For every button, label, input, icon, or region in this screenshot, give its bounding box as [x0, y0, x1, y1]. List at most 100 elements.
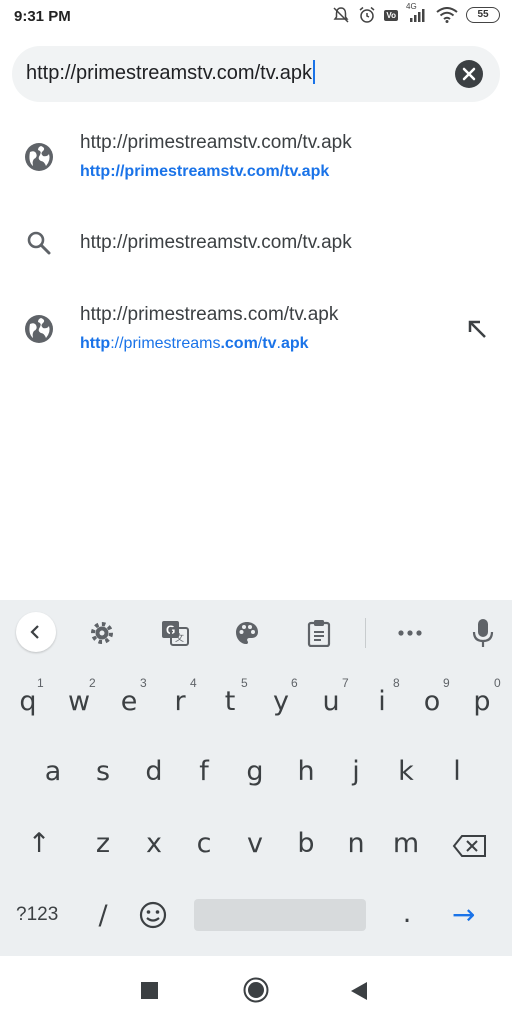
back-chevron-icon[interactable] — [16, 612, 56, 652]
microphone-icon[interactable] — [464, 614, 502, 652]
suggestion-url: http://primestreamstv.com/tv.apk — [80, 163, 329, 181]
keyboard-row-2: a s d f g h j k l — [0, 740, 512, 800]
key-o[interactable]: o — [412, 686, 452, 717]
key-hint: 7 — [342, 676, 349, 690]
suggestion-url-part: http — [80, 335, 111, 352]
translate-icon[interactable]: G文 — [156, 614, 194, 652]
clear-button[interactable] — [455, 60, 483, 88]
emoji-icon[interactable] — [138, 900, 168, 930]
key-label: q — [19, 686, 37, 717]
key-label: o — [423, 686, 441, 717]
key-y[interactable]: y — [261, 686, 301, 717]
key-e[interactable]: e — [109, 686, 149, 717]
suggestion-url-part: apk — [280, 335, 309, 352]
backspace-icon[interactable] — [452, 834, 488, 858]
key-hint: 1 — [37, 676, 44, 690]
svg-text:文: 文 — [175, 632, 184, 644]
key-p[interactable]: p — [462, 686, 502, 717]
period-key[interactable]: . — [387, 898, 427, 929]
key-n[interactable]: n — [336, 828, 376, 859]
key-label: r — [174, 686, 186, 717]
suggestion-url-part: .com — [220, 335, 258, 352]
suggestion-url-part: http://primestreamstv.com/tv.apk — [80, 163, 330, 180]
suggestion-url-part: tv — [262, 335, 277, 352]
key-q[interactable]: q — [8, 686, 48, 717]
keyboard-row-1: q 1 w 2 e 3 r 4 t 5 y 6 u 7 i 8 o 9 p 0 — [0, 672, 512, 732]
suggestion-item-1[interactable]: http://primestreamstv.com/tv.apk http://… — [0, 120, 512, 196]
key-j[interactable]: j — [336, 756, 376, 787]
key-hint: 3 — [140, 676, 147, 690]
key-k[interactable]: k — [386, 756, 426, 787]
arrow-up-left-icon[interactable] — [464, 316, 492, 344]
keyboard-row-3: ↑ z x c v b n m — [0, 812, 512, 872]
mute-bell-icon — [332, 6, 350, 24]
omnibox-value: http://primestreamstv.com/tv.apk — [26, 62, 313, 84]
key-label: i — [378, 686, 386, 717]
close-icon — [462, 67, 476, 81]
slash-key[interactable]: / — [83, 900, 123, 931]
key-c[interactable]: c — [184, 828, 224, 859]
network-type-label: 4G — [406, 2, 417, 11]
recents-square-icon[interactable] — [141, 982, 158, 999]
space-bar[interactable] — [194, 899, 366, 931]
key-hint: 0 — [494, 676, 501, 690]
alarm-icon — [358, 6, 376, 24]
enter-key[interactable]: → — [452, 898, 475, 931]
key-hint: 4 — [190, 676, 197, 690]
battery-indicator: 55 — [466, 7, 500, 23]
home-circle-icon[interactable] — [243, 977, 269, 1003]
key-label: u — [322, 686, 340, 717]
key-t[interactable]: t — [210, 686, 250, 717]
key-s[interactable]: s — [83, 756, 123, 787]
key-f[interactable]: f — [184, 756, 224, 787]
signal-icon: 4G — [406, 2, 428, 23]
key-hint: 5 — [241, 676, 248, 690]
key-r[interactable]: r — [160, 686, 200, 717]
suggestion-title: http://primestreamstv.com/tv.apk — [80, 232, 352, 253]
globe-icon — [24, 142, 54, 172]
symbols-key[interactable]: ?123 — [16, 904, 58, 926]
key-label: e — [120, 686, 138, 717]
key-u[interactable]: u — [311, 686, 351, 717]
key-label: y — [273, 686, 289, 717]
shift-key[interactable]: ↑ — [19, 828, 59, 859]
palette-icon[interactable] — [228, 614, 266, 652]
key-m[interactable]: m — [386, 828, 426, 859]
wifi-icon — [436, 7, 458, 23]
back-triangle-icon[interactable] — [350, 981, 368, 1001]
key-i[interactable]: i — [362, 686, 402, 717]
status-time: 9:31 PM — [14, 8, 71, 25]
suggestion-item-2[interactable]: http://primestreamstv.com/tv.apk — [0, 210, 512, 276]
key-z[interactable]: z — [83, 828, 123, 859]
text-caret — [313, 60, 316, 84]
omnibox-input[interactable]: http://primestreamstv.com/tv.apk — [26, 60, 316, 85]
globe-icon — [24, 314, 54, 344]
status-icons: Vo 4G 55 — [332, 2, 500, 24]
suggestion-url-part: ://primestreams — [110, 335, 221, 352]
clipboard-icon[interactable] — [300, 614, 338, 652]
more-icon[interactable] — [391, 614, 429, 652]
suggestion-url: http://primestreams.com/tv.apk — [80, 335, 309, 353]
key-w[interactable]: w — [59, 686, 99, 717]
key-label: t — [224, 686, 236, 717]
key-label: p — [473, 686, 491, 717]
key-h[interactable]: h — [286, 756, 326, 787]
key-v[interactable]: v — [235, 828, 275, 859]
key-b[interactable]: b — [286, 828, 326, 859]
volte-icon: Vo — [384, 9, 398, 21]
key-a[interactable]: a — [33, 756, 73, 787]
key-x[interactable]: x — [134, 828, 174, 859]
suggestion-item-3[interactable]: http://primestreams.com/tv.apk http://pr… — [0, 292, 512, 368]
key-d[interactable]: d — [134, 756, 174, 787]
toolbar-divider — [365, 618, 366, 648]
search-icon — [24, 228, 54, 258]
suggestion-title: http://primestreamstv.com/tv.apk — [80, 132, 352, 153]
key-label: w — [67, 686, 91, 717]
key-hint: 8 — [393, 676, 400, 690]
key-hint: 6 — [291, 676, 298, 690]
suggestion-title: http://primestreams.com/tv.apk — [80, 304, 339, 325]
key-g[interactable]: g — [235, 756, 275, 787]
settings-icon[interactable] — [83, 614, 121, 652]
key-l[interactable]: l — [437, 756, 477, 787]
key-hint: 9 — [443, 676, 450, 690]
